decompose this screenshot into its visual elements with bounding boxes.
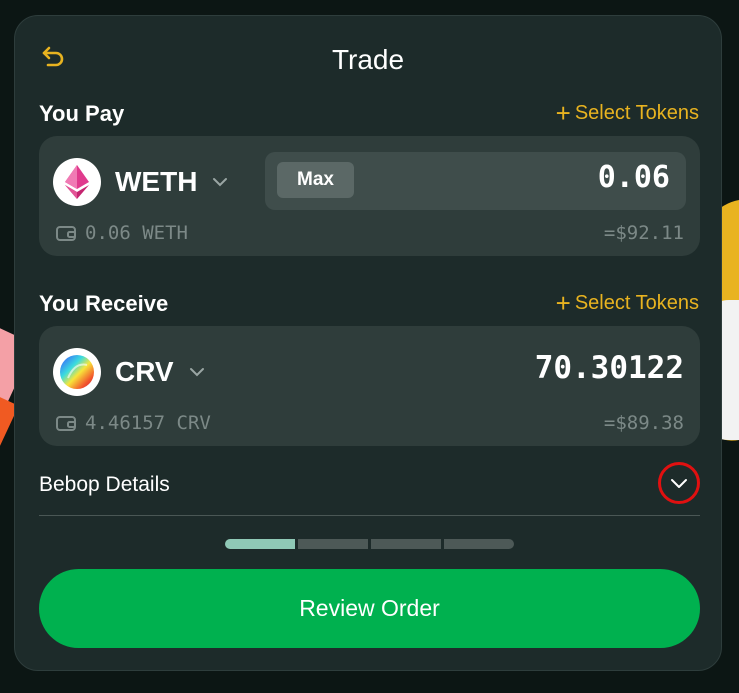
pay-select-tokens-button[interactable]: + Select Tokens [555,97,699,128]
chevron-down-icon [671,479,687,488]
pay-balance-text: 0.06 WETH [85,222,188,244]
details-expand-button[interactable] [658,462,700,504]
step-progress [225,539,514,549]
receive-amount-value: 70.30122 [534,350,684,386]
details-label: Bebop Details [39,473,170,496]
pay-token-selector[interactable]: WETH [53,158,229,206]
details-row[interactable]: Bebop Details [39,462,700,516]
pay-token-name: WETH [115,166,198,197]
review-order-button[interactable]: Review Order [39,569,700,648]
select-tokens-label: Select Tokens [574,292,699,314]
receive-balance: 4.46157 CRV [55,412,211,434]
pay-token-panel: WETH Max 0.06 0.06 WETH =$92.11 [39,136,700,256]
receive-token-name: CRV [115,356,174,387]
pay-balance: 0.06 WETH [55,222,188,244]
page-title: Trade [331,44,405,75]
receive-label: You Receive [39,291,169,316]
crv-token-icon [53,348,101,396]
chevron-down-icon [189,368,204,377]
receive-balance-text: 4.46157 CRV [85,412,211,434]
pay-usd-value: =$92.11 [603,222,684,244]
progress-step [371,539,441,549]
progress-step [298,539,368,549]
chevron-down-icon [213,178,228,187]
plus-icon: + [555,97,571,128]
progress-step [444,539,514,549]
plus-icon: + [555,287,571,318]
weth-token-icon [53,158,101,206]
wallet-icon [56,226,76,241]
pay-amount-value: 0.06 [597,160,670,195]
receive-token-selector[interactable]: CRV [53,348,206,396]
select-tokens-label: Select Tokens [574,102,699,124]
receive-select-tokens-button[interactable]: + Select Tokens [555,287,699,318]
receive-token-panel: CRV 70.30122 4.46157 CRV =$89.38 [39,326,700,446]
pay-label: You Pay [39,101,125,126]
trade-card: Trade You Pay + Select Tokens WETH Max 0… [14,15,722,671]
receive-usd-value: =$89.38 [603,412,684,434]
header: Trade [15,38,721,78]
wallet-icon [56,416,76,431]
progress-step [225,539,295,549]
max-button[interactable]: Max [277,162,354,198]
pay-amount-field[interactable]: Max 0.06 [265,152,686,210]
